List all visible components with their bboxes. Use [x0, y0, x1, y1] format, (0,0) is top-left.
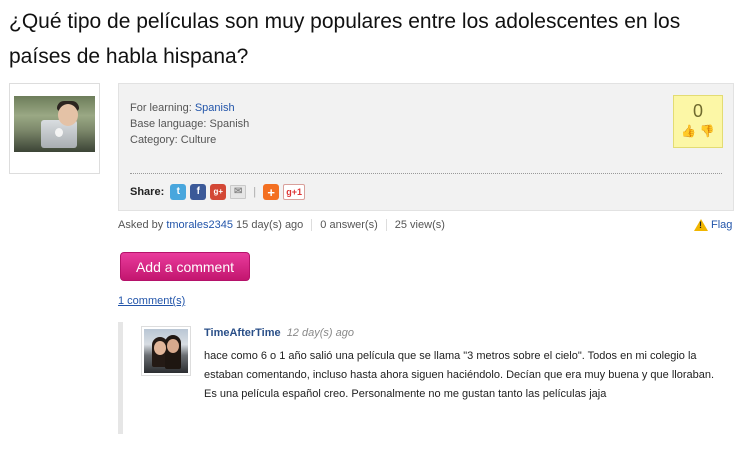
google-plus-one-icon[interactable]: g+1	[283, 184, 306, 200]
question-meta: For learning: Spanish Base language: Spa…	[130, 100, 249, 148]
asked-age: 15 day(s) ago	[236, 219, 304, 231]
learning-language-link[interactable]: Spanish	[195, 102, 235, 114]
question-stats: Asked by tmorales2345 15 day(s) ago 0 an…	[118, 219, 461, 231]
base-language-value: Spanish	[209, 118, 250, 130]
facebook-icon[interactable]: f	[190, 184, 207, 200]
answer-count: 0 answer(s)	[320, 219, 387, 231]
comment-item: TimeAfterTime 12 day(s) ago hace como 6 …	[118, 322, 734, 434]
asked-by-label: Asked by	[118, 219, 164, 231]
comment-header: TimeAfterTime 12 day(s) ago	[204, 327, 354, 339]
commenter-avatar[interactable]	[141, 326, 191, 376]
question-info-box: For learning: Spanish Base language: Spa…	[118, 83, 734, 211]
flag-label: Flag	[711, 219, 733, 231]
commenter-photo	[144, 329, 188, 373]
author-link[interactable]: tmorales2345	[166, 219, 233, 231]
share-label: Share:	[130, 186, 165, 198]
base-language-label: Base language:	[130, 118, 207, 130]
thumbs-up-icon[interactable]: 👍	[681, 124, 696, 138]
question-title: ¿Qué tipo de películas son muy populares…	[9, 10, 681, 68]
view-count: 25 view(s)	[394, 219, 445, 231]
add-comment-button[interactable]: Add a comment	[120, 252, 250, 281]
comment-time: 12 day(s) ago	[286, 327, 354, 339]
flag-link[interactable]: Flag	[694, 219, 732, 231]
google-plus-icon[interactable]: g+	[210, 184, 227, 200]
add-icon[interactable]: +	[263, 184, 280, 200]
twitter-icon[interactable]: t	[170, 184, 187, 200]
warning-icon	[694, 219, 708, 231]
vote-count: 0	[692, 101, 703, 121]
vote-box: 0 👍 👎	[673, 95, 723, 148]
share-bar: Share: t f g+ ✉ | + g+1	[130, 183, 306, 201]
comment-count-link[interactable]: 1 comment(s)	[118, 295, 185, 307]
email-icon[interactable]: ✉	[230, 185, 247, 199]
comment-text: hace como 6 o 1 año salió una película q…	[204, 350, 715, 400]
avatar-photo	[14, 96, 95, 152]
share-separator: |	[253, 186, 257, 198]
divider	[130, 173, 722, 174]
category-value: Culture	[180, 134, 217, 146]
category-label: Category:	[130, 134, 178, 146]
learning-label: For learning:	[130, 102, 192, 114]
commenter-name-link[interactable]: TimeAfterTime	[204, 327, 281, 339]
thumbs-down-icon[interactable]: 👎	[700, 124, 715, 138]
asker-avatar[interactable]	[9, 83, 100, 174]
asked-by: Asked by tmorales2345 15 day(s) ago	[118, 219, 313, 231]
